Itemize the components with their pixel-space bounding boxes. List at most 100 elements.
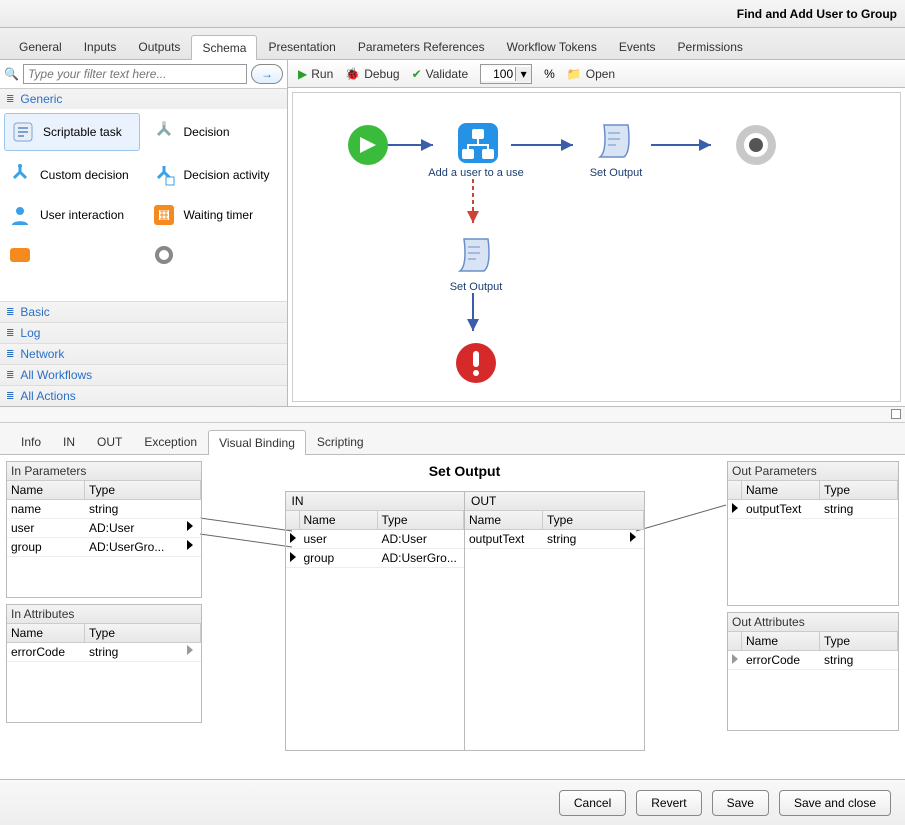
connector-out-icon[interactable] xyxy=(187,521,193,531)
table-row[interactable]: userAD:User xyxy=(286,530,465,549)
script-icon xyxy=(11,120,35,144)
tab-workflow-tokens[interactable]: Workflow Tokens xyxy=(496,34,608,59)
workflow-icon xyxy=(454,119,498,163)
palette-item-custom-decision[interactable]: Custom decision xyxy=(0,155,144,195)
palette-item-decision[interactable]: Decision xyxy=(144,109,288,155)
save-button[interactable]: Save xyxy=(712,790,769,816)
start-icon xyxy=(346,123,390,167)
set-output-node-1[interactable]: Set Output xyxy=(561,119,671,179)
table-row[interactable]: groupAD:UserGro... xyxy=(286,549,465,568)
set-output-2-label: Set Output xyxy=(450,281,503,293)
search-icon: 🔍 xyxy=(4,67,19,81)
palette-section-log[interactable]: ≣Log xyxy=(0,322,287,343)
connector-out-icon[interactable] xyxy=(187,645,193,655)
tab-outputs[interactable]: Outputs xyxy=(127,34,191,59)
table-row[interactable]: outputTextstring xyxy=(465,530,644,549)
add-user-node[interactable]: Add a user to a use xyxy=(421,119,531,179)
table-row[interactable]: userAD:User xyxy=(7,519,201,538)
search-input[interactable] xyxy=(23,64,247,84)
zoom-select[interactable]: ▾ xyxy=(480,64,532,84)
user-icon xyxy=(8,203,32,227)
binding-title: Set Output xyxy=(429,463,501,479)
waiting-timer-label: Waiting timer xyxy=(184,208,254,222)
open-button[interactable]: 📁Open xyxy=(567,67,615,81)
palette-section-basic[interactable]: ≣Basic xyxy=(0,301,287,322)
palette-item-scriptable-task[interactable]: Scriptable task xyxy=(4,113,140,151)
bug-icon: 🐞 xyxy=(345,67,360,81)
itab-out[interactable]: OUT xyxy=(86,429,133,454)
error-node[interactable] xyxy=(421,341,531,385)
validate-button[interactable]: ✔Validate xyxy=(412,67,469,81)
tab-schema[interactable]: Schema xyxy=(191,35,257,60)
palette-item-user-interaction[interactable]: User interaction xyxy=(0,195,144,235)
window-title: Find and Add User to Group xyxy=(0,0,905,28)
palette-item-partial-2[interactable] xyxy=(144,235,288,275)
tab-parameters-references[interactable]: Parameters References xyxy=(347,34,496,59)
run-label: Run xyxy=(311,67,333,81)
col-type: Type xyxy=(85,481,201,499)
log-label: Log xyxy=(20,326,40,340)
palette-item-waiting-timer[interactable]: Waiting timer xyxy=(144,195,288,235)
error-icon xyxy=(454,341,498,385)
connector-in-icon[interactable] xyxy=(290,533,296,543)
folder-icon: 📁 xyxy=(567,67,582,81)
all-actions-label: All Actions xyxy=(20,389,75,403)
connector-in-icon[interactable] xyxy=(732,654,738,664)
list-icon: ≣ xyxy=(6,94,14,105)
out-parameters-panel: Out Parameters NameType outputTextstring xyxy=(727,461,899,606)
col-name: Name xyxy=(300,511,378,529)
itab-info[interactable]: Info xyxy=(10,429,52,454)
run-button[interactable]: ▶Run xyxy=(298,67,333,81)
out-parameters-header: Out Parameters xyxy=(728,462,898,481)
col-name: Name xyxy=(7,481,85,499)
save-and-close-button[interactable]: Save and close xyxy=(779,790,891,816)
palette-item-partial-1[interactable] xyxy=(0,235,144,275)
itab-visual-binding[interactable]: Visual Binding xyxy=(208,430,306,455)
itab-exception[interactable]: Exception xyxy=(133,429,208,454)
connector-out-icon[interactable] xyxy=(630,532,636,542)
palette-item-decision-activity[interactable]: Decision activity xyxy=(144,155,288,195)
inner-tabs: Info IN OUT Exception Visual Binding Scr… xyxy=(0,423,905,455)
workflow-canvas[interactable]: Add a user to a use Set Output Set Outpu… xyxy=(292,92,901,402)
connector-in-icon[interactable] xyxy=(732,503,738,513)
table-row[interactable]: namestring xyxy=(7,500,201,519)
cancel-button[interactable]: Cancel xyxy=(559,790,626,816)
search-go-button[interactable]: → xyxy=(251,64,283,84)
decision-label: Decision xyxy=(184,125,230,139)
set-output-node-2[interactable]: Set Output xyxy=(421,233,531,293)
decision-activity-icon xyxy=(152,163,176,187)
user-interaction-label: User interaction xyxy=(40,208,124,222)
tab-general[interactable]: General xyxy=(8,34,73,59)
col-name: Name xyxy=(465,511,543,529)
tab-events[interactable]: Events xyxy=(608,34,667,59)
revert-button[interactable]: Revert xyxy=(636,790,701,816)
itab-scripting[interactable]: Scripting xyxy=(306,429,375,454)
palette-section-network[interactable]: ≣Network xyxy=(0,343,287,364)
table-row[interactable]: outputTextstring xyxy=(728,500,898,519)
table-row[interactable]: groupAD:UserGro... xyxy=(7,538,201,557)
connector-out-icon[interactable] xyxy=(187,540,193,550)
percent-label: % xyxy=(544,67,555,81)
end-node[interactable] xyxy=(701,123,811,167)
palette-section-all-actions[interactable]: ≣All Actions xyxy=(0,385,287,406)
check-icon: ✔ xyxy=(412,67,422,81)
generic-label: Generic xyxy=(20,92,62,106)
connector-in-icon[interactable] xyxy=(290,552,296,562)
table-row[interactable]: errorCodestring xyxy=(7,643,201,662)
in-parameters-header: In Parameters xyxy=(7,462,201,481)
zoom-input[interactable] xyxy=(481,67,515,81)
col-name: Name xyxy=(742,481,820,499)
palette-section-all-workflows[interactable]: ≣All Workflows xyxy=(0,364,287,385)
chevron-down-icon[interactable]: ▾ xyxy=(515,67,531,81)
palette-section-generic[interactable]: ≣ Generic xyxy=(0,88,287,109)
debug-button[interactable]: 🐞Debug xyxy=(345,67,399,81)
basic-label: Basic xyxy=(20,305,49,319)
start-node[interactable] xyxy=(313,123,423,167)
maximize-icon[interactable] xyxy=(891,409,901,419)
itab-in[interactable]: IN xyxy=(52,429,86,454)
table-row[interactable]: errorCodestring xyxy=(728,651,898,670)
tab-presentation[interactable]: Presentation xyxy=(257,34,346,59)
tab-permissions[interactable]: Permissions xyxy=(667,34,754,59)
all-workflows-label: All Workflows xyxy=(20,368,92,382)
tab-inputs[interactable]: Inputs xyxy=(73,34,128,59)
